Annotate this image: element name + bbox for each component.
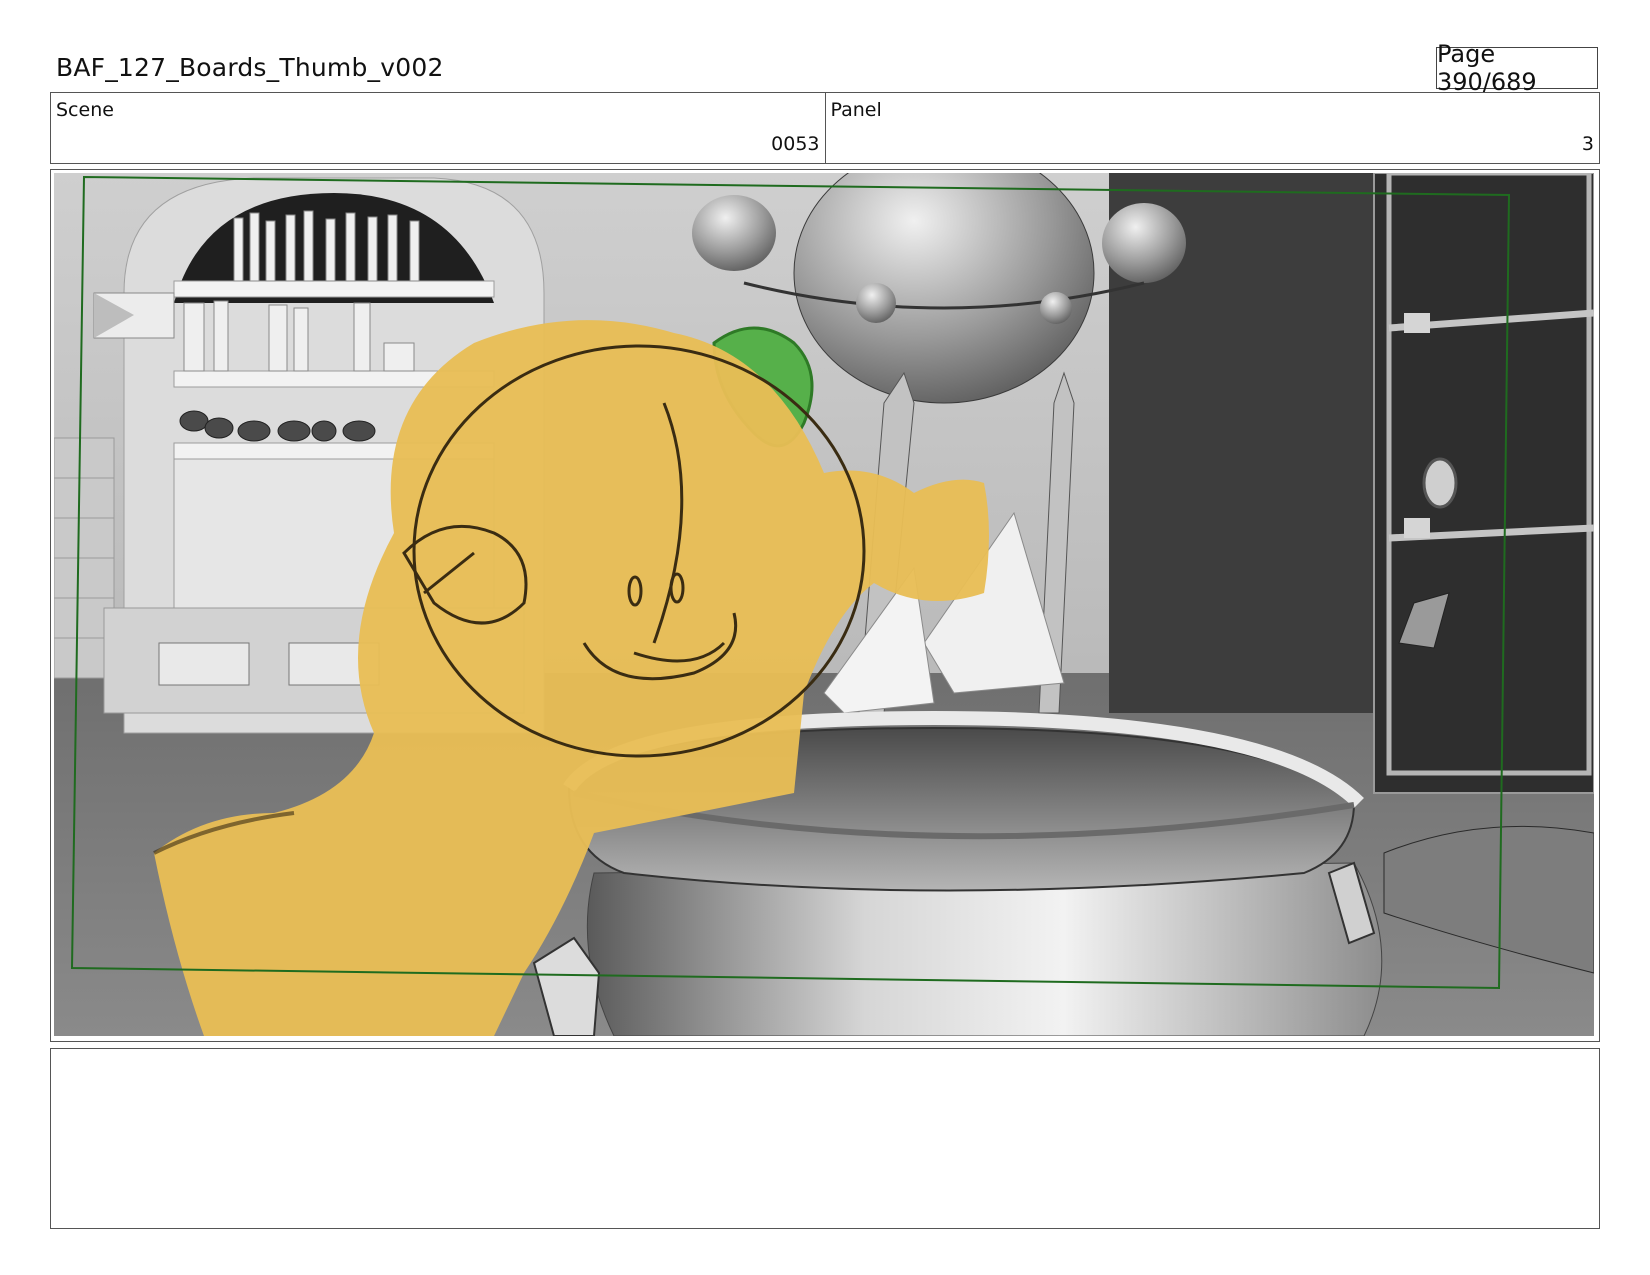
panel-number: 3 bbox=[1581, 133, 1594, 155]
page-number: Page 390/689 bbox=[1436, 40, 1598, 96]
scene-cell: Scene 0053 bbox=[51, 93, 825, 163]
panel-cell: Panel 3 bbox=[824, 93, 1600, 163]
storyboard-image bbox=[54, 173, 1594, 1036]
scene-number: 0053 bbox=[771, 133, 820, 155]
door bbox=[1109, 173, 1594, 794]
scene-label: Scene bbox=[56, 99, 114, 121]
panel-label: Panel bbox=[830, 99, 882, 121]
panel-notes bbox=[50, 1048, 1600, 1229]
scene-panel-header: Scene 0053 Panel 3 bbox=[50, 92, 1600, 164]
document-title: BAF_127_Boards_Thumb_v002 bbox=[56, 53, 444, 82]
storyboard-panel bbox=[50, 169, 1600, 1042]
